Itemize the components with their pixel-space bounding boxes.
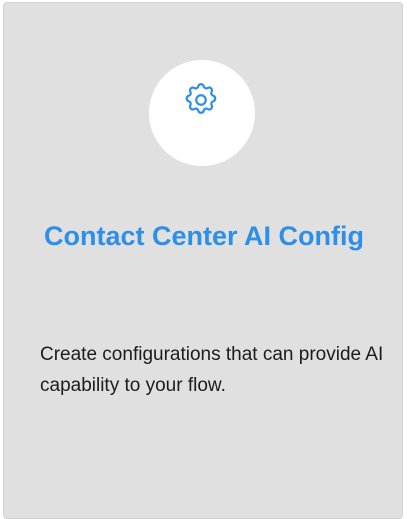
- contact-center-ai-config-card[interactable]: Contact Center AI Config Create configur…: [3, 2, 403, 519]
- card-title: Contact Center AI Config: [44, 221, 364, 251]
- gear-icon: [185, 83, 217, 114]
- icon-badge: [149, 60, 255, 166]
- card-description: Create configurations that can provide A…: [40, 344, 384, 396]
